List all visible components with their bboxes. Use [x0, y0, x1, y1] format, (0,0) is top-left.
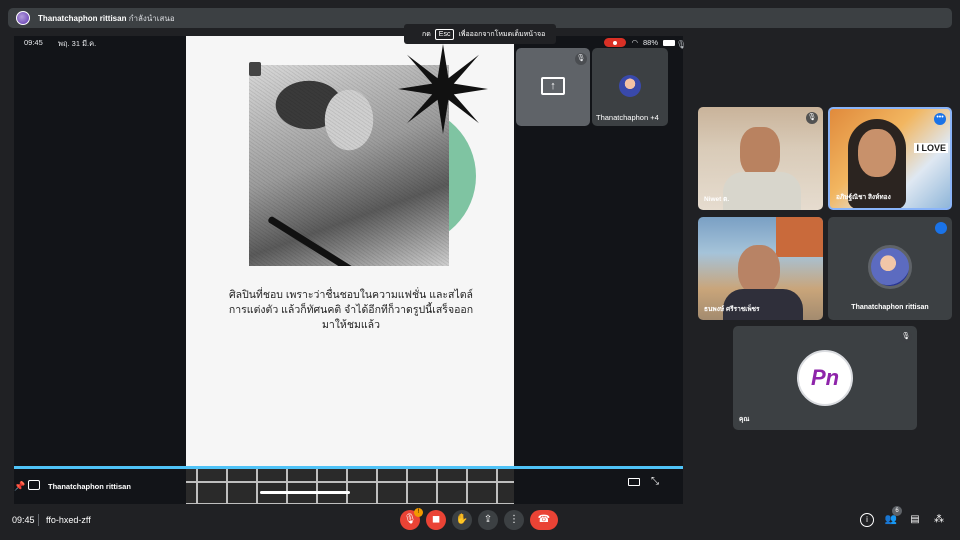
presenter-name: Thanatchaphon rittisan — [38, 13, 127, 23]
participant-tile[interactable]: ธนพงษ์ ศรีราชเพ็ชร — [698, 217, 823, 320]
mic-off-icon: 🎙 — [676, 40, 687, 49]
presenter-avatar — [16, 11, 30, 25]
esc-key: Esc — [434, 28, 455, 40]
mic-off-icon: 🎙 — [806, 112, 818, 124]
participant-avatar — [868, 245, 912, 289]
caption-line: การแต่งตัว แล้วก็ทัศนคติ จำได้อีกทีก็วาด… — [228, 304, 474, 316]
hint-prefix: กด — [422, 30, 431, 38]
stage-footer: 📌 Thanatchaphon rittisan ⤡ — [14, 474, 683, 496]
activities-button[interactable]: ⁂ — [932, 513, 946, 527]
raise-hand-button[interactable]: ✋ — [452, 510, 472, 530]
screen-share-tile[interactable]: ↑ 🎙 — [516, 48, 590, 126]
participant-name: อภิษฐ์ณิชา สิงห์ทอง — [836, 194, 891, 201]
divider — [38, 514, 39, 526]
captions-icon[interactable] — [628, 478, 640, 486]
exit-fullscreen-icon[interactable]: ⤡ — [651, 476, 659, 487]
status-date: พฤ. 31 มี.ค. — [58, 39, 97, 48]
share-screen-icon: ↑ — [541, 77, 565, 95]
participant-video — [738, 245, 780, 295]
participant-name: Niwet ต. — [704, 196, 730, 203]
fullscreen-exit-hint: กด Esc เพื่อออกจากโหมดเต็มหน้าจอ — [404, 24, 556, 44]
meeting-info-button[interactable]: i — [860, 513, 874, 527]
more-options-button[interactable]: ⋮ — [504, 510, 524, 530]
participant-name: Thanatchaphon rittisan — [851, 304, 929, 311]
mic-off-icon: 🎙 — [575, 53, 587, 65]
battery-icon — [663, 39, 675, 46]
presenting-status: กำลังนำเสนอ — [128, 13, 175, 23]
speaking-indicator-icon — [935, 222, 947, 234]
wifi-icon: ◠ — [631, 38, 638, 47]
slide-caption: ศิลปินที่ชอบ เพราะว่าชื่นชอบในความแฟชั่น… — [216, 288, 486, 333]
pin-icon[interactable]: 📌 — [14, 481, 25, 492]
more-options-icon[interactable]: ••• — [934, 113, 946, 125]
meeting-code: ffo-hxed-zff — [46, 515, 91, 525]
self-tile[interactable]: Pn 🎙 คุณ — [733, 326, 917, 430]
participant-video — [776, 217, 823, 257]
meeting-clock: 09:45 — [12, 515, 35, 525]
presentation-slide: ศิลปินที่ชอบ เพราะว่าชื่นชอบในความแฟชั่น… — [186, 36, 514, 469]
participant-video — [723, 172, 801, 210]
present-now-button[interactable]: ⇪ — [478, 510, 498, 530]
presentation-progress-bar — [14, 466, 683, 469]
hint-suffix: เพื่อออกจากโหมดเต็มหน้าจอ — [458, 30, 546, 38]
participant-tile[interactable]: I LOVE ••• อภิษฐ์ณิชา สิงห์ทอง — [828, 107, 952, 210]
self-avatar: Pn — [797, 350, 853, 406]
slide-scrubber[interactable] — [260, 491, 350, 494]
participant-video — [740, 127, 780, 177]
control-bar: 09:45 ffo-hxed-zff 🎙 ! ◼ ✋ ⇪ ⋮ ☎ i 👥 6 ▤… — [0, 505, 960, 540]
camera-toggle-button[interactable]: ◼ — [426, 510, 446, 530]
presenting-screen-icon — [28, 480, 40, 490]
participant-video — [858, 129, 896, 177]
presenting-title: Thanatchaphon rittisan กำลังนำเสนอ — [38, 12, 175, 25]
pencil-graphic — [267, 215, 407, 266]
mic-warning-icon: ! — [414, 508, 423, 517]
caption-line: มาให้ชมแล้ว — [321, 319, 380, 331]
status-icons: ◠ 88% — [604, 38, 675, 47]
star-decoration — [398, 44, 488, 134]
presenter-avatar — [619, 75, 641, 97]
participant-name: ธนพงษ์ ศรีราชเพ็ชร — [704, 306, 760, 313]
participant-name: คุณ — [739, 416, 750, 423]
leave-call-button[interactable]: ☎ — [530, 510, 558, 530]
mic-off-icon: 🎙 — [900, 331, 912, 343]
chat-button[interactable]: ▤ — [908, 513, 922, 527]
status-time: 09:45 — [24, 38, 43, 47]
recording-icon — [604, 38, 627, 47]
presenter-group-tile[interactable]: Thanatchaphon +4 — [592, 48, 668, 126]
caption-line: ศิลปินที่ชอบ เพราะว่าชื่นชอบในความแฟชั่น… — [228, 289, 473, 301]
presenter-group-label: Thanatchaphon +4 — [596, 113, 659, 122]
background-sign: I LOVE — [914, 143, 948, 153]
battery-level: 88% — [642, 38, 658, 47]
participant-tile[interactable]: Thanatchaphon rittisan — [828, 217, 952, 320]
people-count-badge: 6 — [892, 506, 902, 516]
stage-presenter-name: Thanatchaphon rittisan — [48, 482, 131, 491]
participant-tile[interactable]: 🎙 Niwet ต. — [698, 107, 823, 210]
clip-icon — [249, 62, 261, 76]
